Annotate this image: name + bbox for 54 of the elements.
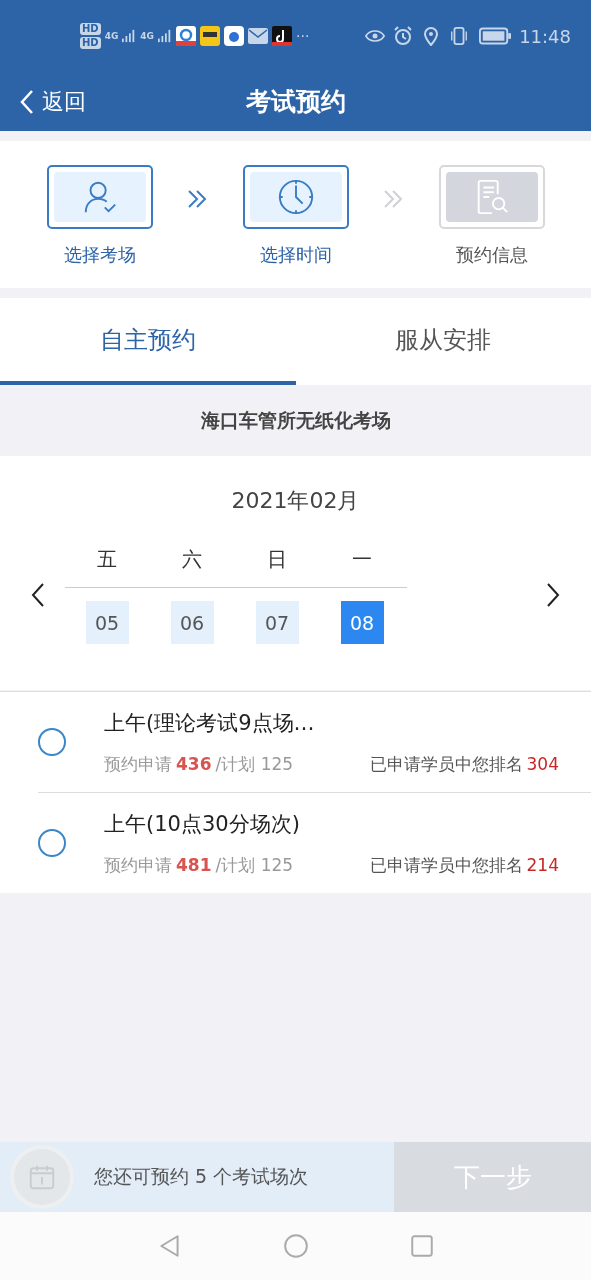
slot-title: 上午(理论考试9点场… — [104, 709, 316, 737]
rank-number: 214 — [526, 854, 559, 875]
signal-icon — [158, 29, 172, 43]
date-button[interactable]: 07 — [255, 601, 299, 644]
step-label: 选择考场 — [63, 243, 136, 267]
tab[interactable]: 服从安排 — [295, 298, 591, 385]
alarm-icon — [393, 26, 414, 46]
mail-icon — [248, 26, 268, 46]
clock-icon — [276, 178, 315, 216]
back-icon — [20, 88, 34, 115]
app-icon — [224, 26, 244, 46]
sim-label: HD — [80, 23, 101, 35]
home-nav-icon[interactable] — [282, 1233, 309, 1259]
plan-count: /计划 125 — [215, 752, 294, 776]
weekday-label: 五 — [96, 546, 118, 573]
plan-count: /计划 125 — [215, 853, 294, 877]
date-button[interactable]: 06 — [170, 601, 214, 644]
recents-nav-icon[interactable] — [408, 1233, 435, 1259]
more-indicator: ··· — [296, 28, 310, 44]
step-label: 预约信息 — [455, 243, 528, 267]
weekday-label: 日 — [266, 546, 288, 573]
vibrate-icon — [449, 26, 470, 46]
rank-label: 已申请学员中您排名 — [369, 752, 523, 776]
back-button[interactable]: 返回 — [0, 86, 86, 117]
remaining-text: 您还可预约 5 个考试场次 — [94, 1164, 309, 1189]
step-label: 选择时间 — [259, 243, 332, 267]
app-icon — [200, 26, 220, 46]
date-button[interactable]: 08 — [340, 601, 384, 644]
sim-label: HD — [80, 37, 101, 49]
applied-count: 481 — [176, 854, 212, 875]
network-label: 4G — [104, 31, 119, 41]
chevron-left-icon — [31, 582, 45, 608]
chevron-right-icon — [546, 582, 560, 608]
applied-count: 436 — [176, 753, 212, 774]
applied-label: 预约申请 — [104, 853, 172, 877]
date-button[interactable]: 05 — [85, 601, 129, 644]
rank-number: 304 — [526, 753, 559, 774]
radio-button[interactable] — [38, 728, 66, 756]
signal-icon — [122, 29, 137, 43]
battery-icon — [479, 27, 512, 45]
venue-name: 海口车管所无纸化考场 — [199, 407, 392, 433]
network-label: 4G — [140, 31, 154, 41]
weekday-label: 六 — [181, 546, 203, 573]
applied-label: 预约申请 — [104, 752, 172, 776]
radio-button[interactable] — [38, 829, 66, 857]
app-icon — [272, 26, 292, 46]
page-title: 考试预约 — [245, 86, 346, 118]
tab[interactable]: 自主预约 — [0, 298, 296, 385]
month-label: 2021年02月 — [230, 487, 361, 515]
slot-title: 上午(10点30分场次) — [104, 810, 301, 838]
app-icon — [176, 26, 196, 46]
weekday-label: 一 — [351, 546, 373, 573]
clock-time: 11:48 — [519, 25, 571, 47]
rank-label: 已申请学员中您排名 — [369, 853, 523, 877]
